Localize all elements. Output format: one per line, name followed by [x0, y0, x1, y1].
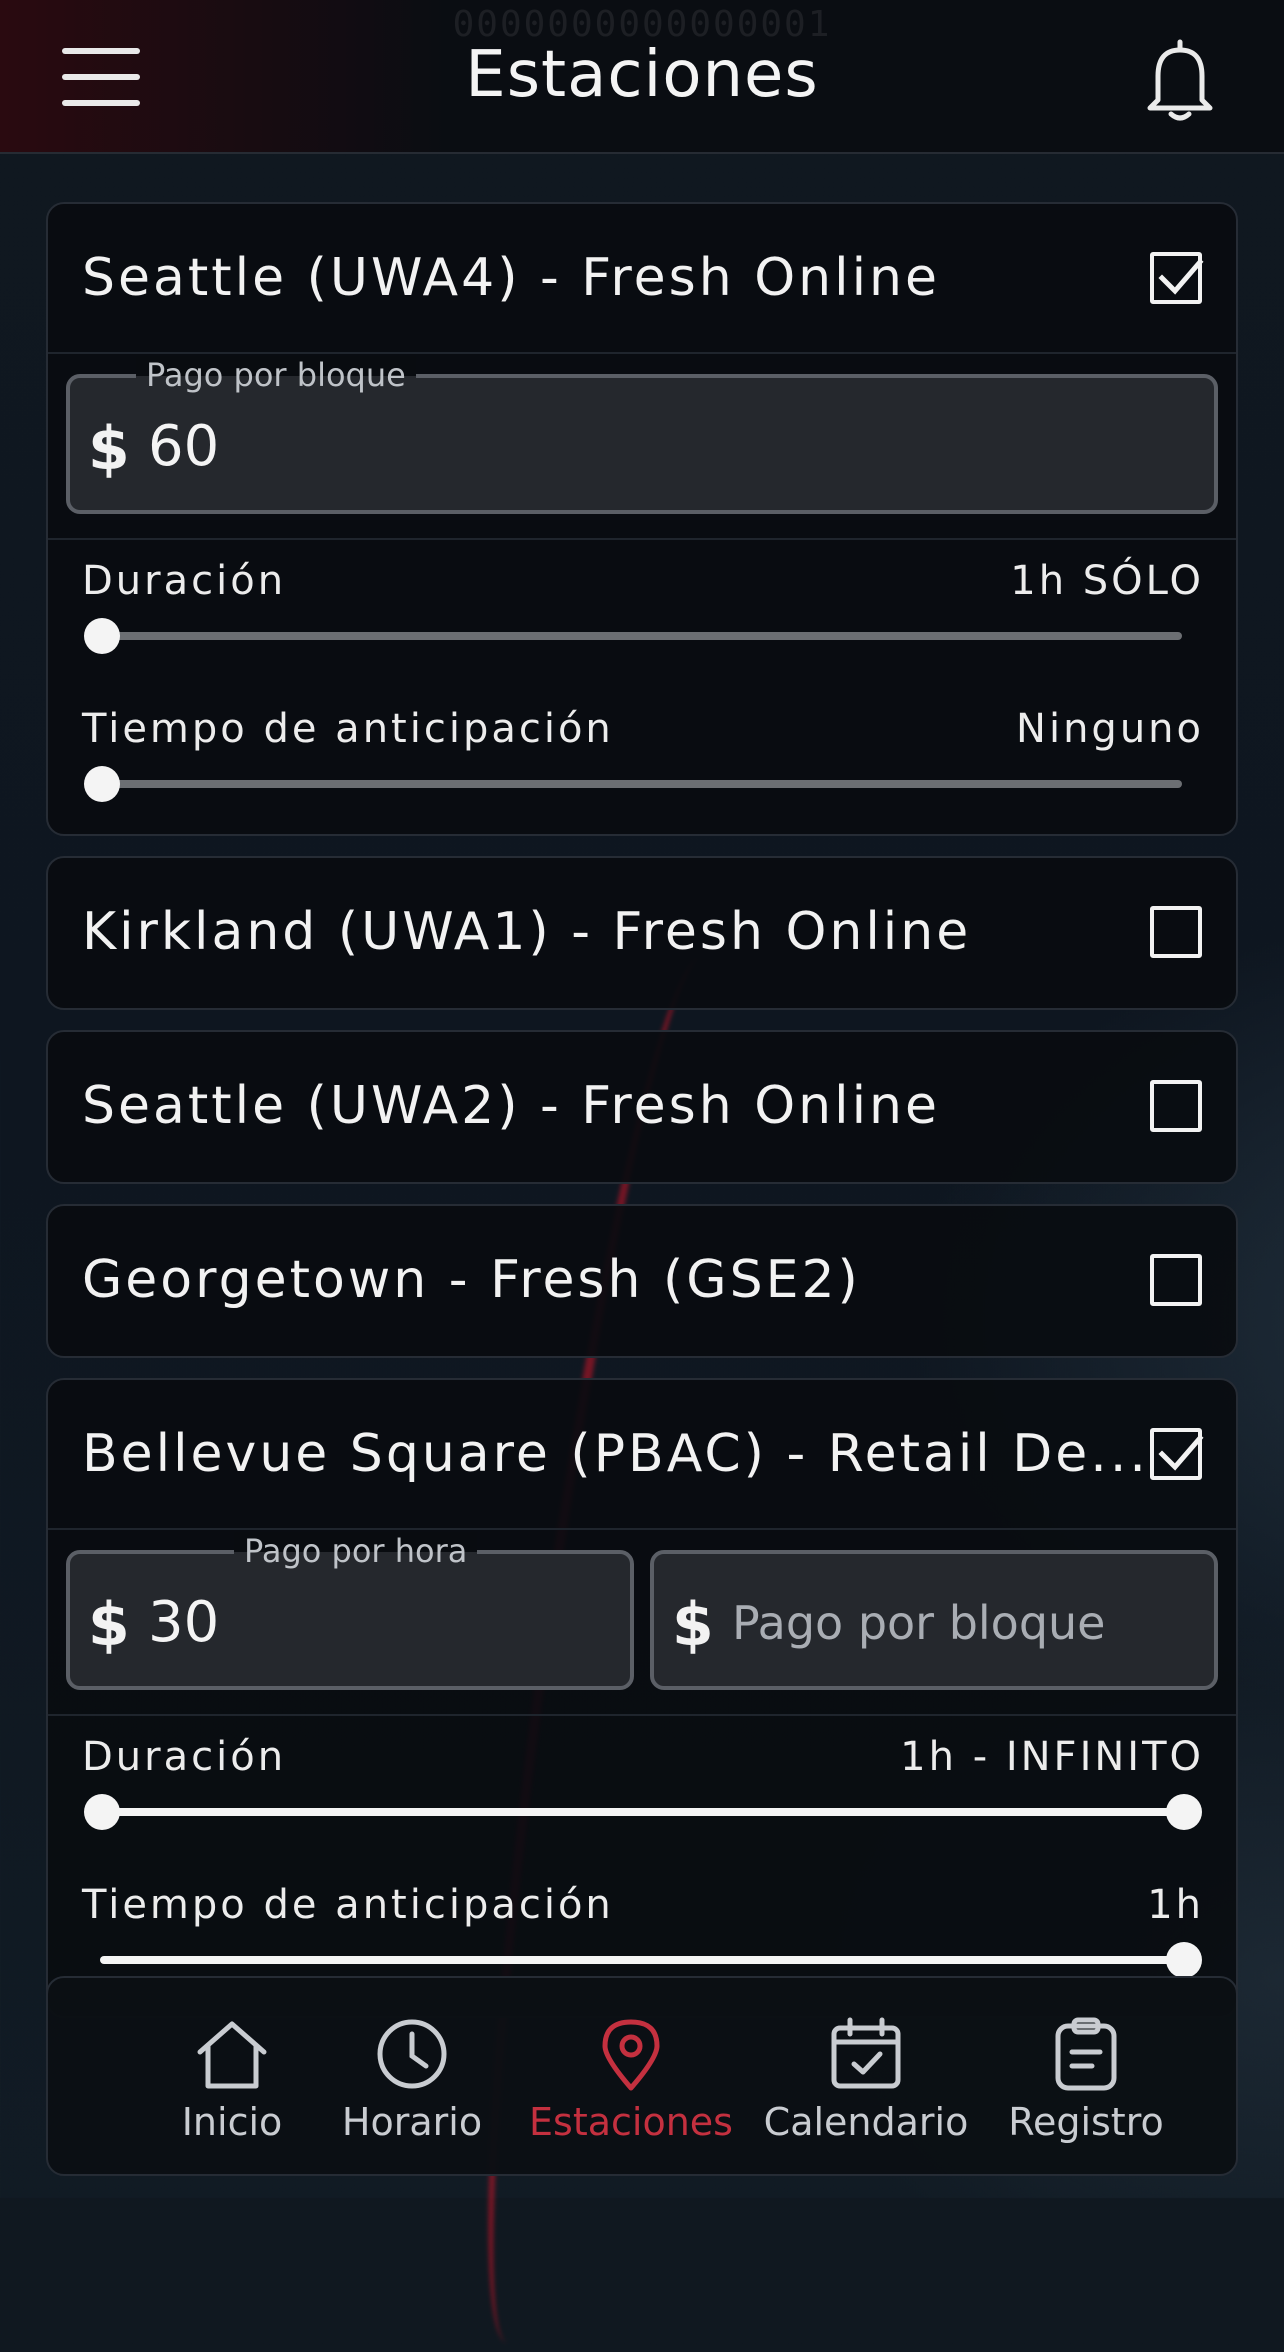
- tab-registro[interactable]: Registro: [976, 1978, 1196, 2178]
- pay-value: 30: [148, 1590, 220, 1655]
- slider-track[interactable]: [100, 780, 1182, 788]
- slider-thumb-max[interactable]: [1166, 1794, 1202, 1830]
- dollar-icon: $: [88, 414, 130, 484]
- clock-icon: [372, 2014, 452, 2098]
- pay-per-hour-field[interactable]: Pago por hora $ 30: [66, 1532, 634, 1690]
- duration-label: Duración: [82, 1734, 287, 1780]
- station-checkbox[interactable]: [1150, 906, 1202, 958]
- station-name: Georgetown - Fresh (GSE2): [82, 1250, 861, 1310]
- dollar-icon: $: [672, 1590, 714, 1660]
- duration-slider: Duración 1h SÓLO: [48, 540, 1236, 688]
- slider-thumb[interactable]: [1166, 1942, 1202, 1978]
- station-name: Seattle (UWA4) - Fresh Online: [82, 248, 940, 308]
- station-card-seattle-uwa4: Seattle (UWA4) - Fresh Online Pago por b…: [46, 202, 1238, 836]
- slider-thumb[interactable]: [84, 766, 120, 802]
- duration-label: Duración: [82, 558, 287, 604]
- page-title: Estaciones: [465, 38, 819, 112]
- advance-value: 1h: [1147, 1882, 1204, 1928]
- checkmark-icon: [1158, 1434, 1204, 1471]
- home-icon: [192, 2014, 272, 2098]
- station-checkbox[interactable]: [1150, 1428, 1204, 1480]
- tab-calendario[interactable]: Calendario: [728, 1978, 1004, 2178]
- station-card-kirkland-uwa1[interactable]: Kirkland (UWA1) - Fresh Online: [46, 856, 1238, 1010]
- pay-per-block-field[interactable]: $ Pago por bloque: [650, 1550, 1218, 1690]
- duration-value: 1h - INFINITO: [900, 1734, 1204, 1780]
- station-card-seattle-uwa2[interactable]: Seattle (UWA2) - Fresh Online: [46, 1030, 1238, 1184]
- calendar-check-icon: [826, 2014, 906, 2098]
- advance-slider: Tiempo de anticipación Ninguno: [48, 688, 1236, 838]
- station-header[interactable]: Seattle (UWA4) - Fresh Online: [48, 204, 1236, 352]
- duration-value: 1h SÓLO: [1010, 558, 1204, 604]
- station-name: Bellevue Square (PBAC) - Retail De...: [82, 1424, 1149, 1484]
- clipboard-icon: [1046, 2014, 1126, 2098]
- station-name: Kirkland (UWA1) - Fresh Online: [82, 902, 972, 962]
- bottom-navigation: Inicio Horario Estaciones Calendario Reg…: [46, 1976, 1238, 2176]
- tab-label: Estaciones: [529, 2100, 733, 2144]
- slider-track[interactable]: [100, 1808, 1182, 1816]
- tab-label: Horario: [341, 2100, 483, 2144]
- advance-label: Tiempo de anticipación: [82, 706, 614, 752]
- bell-icon[interactable]: [1140, 34, 1220, 124]
- slider-thumb-min[interactable]: [84, 1794, 120, 1830]
- tab-horario[interactable]: Horario: [300, 1978, 524, 2178]
- pay-per-block-field[interactable]: Pago por bloque $ 60: [66, 356, 1218, 514]
- field-label: Pago por hora: [234, 1532, 478, 1570]
- station-card-georgetown-gse2[interactable]: Georgetown - Fresh (GSE2): [46, 1204, 1238, 1358]
- top-bar: 0000000000000001 Estaciones: [0, 0, 1284, 154]
- tab-label: Registro: [1008, 2100, 1164, 2144]
- duration-range-slider: Duración 1h - INFINITO: [48, 1716, 1236, 1864]
- dollar-icon: $: [88, 1590, 130, 1660]
- slider-track[interactable]: [100, 632, 1182, 640]
- station-checkbox[interactable]: [1150, 1254, 1202, 1306]
- field-label: Pago por bloque: [136, 356, 416, 394]
- map-pin-icon: [591, 2014, 671, 2098]
- station-checkbox[interactable]: [1150, 252, 1204, 304]
- pay-per-block-placeholder: Pago por bloque: [732, 1596, 1106, 1650]
- pay-value: 60: [148, 414, 220, 479]
- slider-thumb[interactable]: [84, 618, 120, 654]
- station-header[interactable]: Bellevue Square (PBAC) - Retail De...: [48, 1380, 1236, 1528]
- station-name: Seattle (UWA2) - Fresh Online: [82, 1076, 940, 1136]
- station-card-bellevue-pbac: Bellevue Square (PBAC) - Retail De... Pa…: [46, 1378, 1238, 2018]
- slider-track[interactable]: [100, 1956, 1182, 1964]
- tab-estaciones[interactable]: Estaciones: [498, 1978, 764, 2178]
- station-checkbox[interactable]: [1150, 1080, 1202, 1132]
- advance-value: Ninguno: [1016, 706, 1204, 752]
- advance-label: Tiempo de anticipación: [82, 1882, 614, 1928]
- tab-label: Calendario: [763, 2100, 969, 2144]
- checkmark-icon: [1158, 258, 1204, 295]
